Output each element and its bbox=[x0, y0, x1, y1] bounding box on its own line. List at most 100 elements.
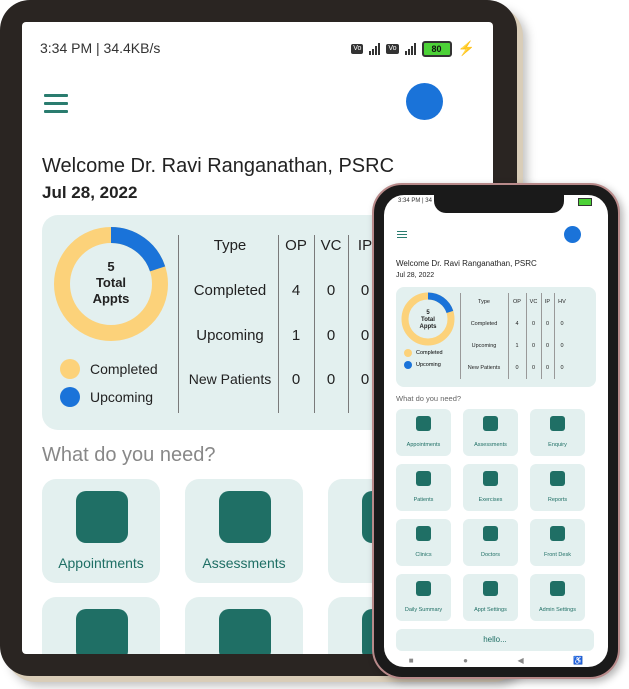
donut-count: 5 bbox=[426, 310, 430, 316]
home-icon[interactable]: ● bbox=[463, 656, 468, 665]
tile-label: Appointments bbox=[406, 442, 441, 448]
settings-icon bbox=[483, 581, 498, 596]
tile-exercises[interactable]: Exercises bbox=[463, 464, 518, 511]
col-header-hv: HV bbox=[558, 299, 566, 305]
date-label: Jul 28, 2022 bbox=[42, 183, 138, 202]
signal-icon bbox=[369, 42, 381, 55]
menu-icon[interactable] bbox=[44, 94, 68, 118]
tile-label: Appointments bbox=[58, 555, 144, 571]
row-value: 0 bbox=[560, 321, 564, 327]
avatar[interactable] bbox=[406, 83, 443, 120]
row-value: 1 bbox=[515, 343, 519, 349]
signal-icon bbox=[404, 42, 416, 55]
donut-line1: Total bbox=[421, 317, 435, 323]
tile-appointments[interactable]: Appointments bbox=[396, 409, 451, 456]
tile-reports[interactable]: Reports bbox=[530, 464, 585, 511]
charging-icon: ⚡ bbox=[457, 40, 475, 56]
donut-count: 5 bbox=[107, 259, 114, 274]
row-type: Upcoming bbox=[471, 343, 497, 349]
tile-assessments[interactable]: Assessments bbox=[185, 479, 303, 583]
col-header-type: Type bbox=[478, 299, 490, 305]
tile-label: Doctors bbox=[481, 552, 500, 558]
legend-completed-label: Completed bbox=[416, 350, 443, 356]
status-bar: 3:34 PM | 34.4KB/s Vo Vo 80 ⚡ bbox=[40, 40, 475, 60]
date-label: Jul 28, 2022 bbox=[396, 272, 435, 279]
row-value: 0 bbox=[560, 365, 564, 371]
row-value: 0 bbox=[531, 343, 536, 349]
calendar-icon bbox=[416, 416, 431, 431]
section-heading: What do you need? bbox=[42, 444, 216, 466]
row-type: Completed bbox=[470, 321, 498, 327]
system-nav-bar: ■ ● ◀ ♿ bbox=[384, 653, 608, 667]
tile-doctors[interactable]: Doctors bbox=[463, 519, 518, 566]
tile-label: Daily Summary bbox=[404, 607, 443, 613]
tile-label: Appt Settings bbox=[474, 607, 507, 613]
avatar[interactable] bbox=[564, 226, 581, 243]
tile-exercises[interactable] bbox=[185, 597, 303, 654]
document-icon bbox=[219, 491, 271, 543]
summary-icon bbox=[416, 581, 431, 596]
status-time: 3:34 PM | 34 bbox=[398, 198, 432, 204]
tile-daily-summary[interactable]: Daily Summary bbox=[396, 574, 451, 621]
tile-appointments[interactable]: Appointments bbox=[42, 479, 160, 583]
hello-banner[interactable]: hello... bbox=[396, 629, 594, 651]
legend-completed-label: Completed bbox=[90, 361, 158, 377]
row-value: 0 bbox=[326, 327, 336, 344]
legend-completed: Completed bbox=[404, 349, 443, 357]
col-header-ip: IP bbox=[544, 299, 551, 305]
col-header-vc: VC bbox=[320, 237, 342, 254]
col-header-vc: VC bbox=[529, 299, 538, 305]
volte-icon: Vo bbox=[386, 43, 399, 54]
doctor-icon bbox=[483, 526, 498, 541]
tile-label: Patients bbox=[413, 497, 434, 503]
tile-clinics[interactable]: Clinics bbox=[396, 519, 451, 566]
tile-patients[interactable]: Patients bbox=[396, 464, 451, 511]
accessibility-icon[interactable]: ♿ bbox=[573, 656, 583, 665]
tile-label: Clinics bbox=[415, 552, 432, 558]
back-icon[interactable]: ◀ bbox=[518, 656, 524, 665]
row-value: 0 bbox=[531, 321, 536, 327]
notch bbox=[434, 195, 564, 213]
welcome-title: Welcome Dr. Ravi Ranganathan, PSRC bbox=[42, 155, 395, 177]
tile-appt-settings[interactable]: Appt Settings bbox=[463, 574, 518, 621]
row-type: Completed bbox=[193, 282, 267, 299]
col-header-type: Type bbox=[213, 237, 247, 254]
legend-upcoming-label: Upcoming bbox=[90, 389, 154, 405]
recent-apps-icon[interactable]: ■ bbox=[409, 656, 414, 665]
row-value: 4 bbox=[515, 321, 519, 327]
row-value: 0 bbox=[291, 371, 301, 388]
tile-label: Reports bbox=[547, 497, 568, 503]
legend-upcoming-label: Upcoming bbox=[416, 362, 441, 368]
clinic-icon bbox=[416, 526, 431, 541]
tile-enquiry[interactable]: Enquiry bbox=[530, 409, 585, 456]
row-value: 0 bbox=[531, 365, 536, 371]
calendar-icon bbox=[76, 491, 128, 543]
welcome-title: Welcome Dr. Ravi Ranganathan, PSRC bbox=[396, 259, 537, 268]
tile-admin-settings[interactable]: Admin Settings bbox=[530, 574, 585, 621]
tile-front-desk[interactable]: Front Desk bbox=[530, 519, 585, 566]
phone-screen: 3:34 PM | 34 Welcome Dr. Ravi Ranganatha… bbox=[384, 195, 608, 667]
row-value: 0 bbox=[560, 343, 564, 349]
exercise-icon bbox=[219, 609, 271, 654]
row-value: 4 bbox=[291, 282, 301, 299]
legend-upcoming: Upcoming bbox=[404, 361, 441, 369]
tile-patients[interactable] bbox=[42, 597, 160, 654]
tile-assessments[interactable]: Assessments bbox=[463, 409, 518, 456]
volte-icon: Vo bbox=[351, 43, 364, 54]
tile-label: Assessments bbox=[202, 555, 286, 571]
col-header-op: OP bbox=[285, 237, 307, 254]
patient-icon bbox=[76, 609, 128, 654]
completed-dot-icon bbox=[404, 349, 412, 357]
row-value: 0 bbox=[326, 371, 336, 388]
row-value: 0 bbox=[545, 365, 550, 371]
tile-label: Assessments bbox=[474, 442, 507, 448]
legend-completed: Completed bbox=[60, 359, 158, 379]
reports-icon bbox=[550, 471, 565, 486]
legend-upcoming: Upcoming bbox=[60, 387, 153, 407]
row-type: New Patients bbox=[188, 371, 272, 387]
tile-label: Admin Settings bbox=[539, 607, 576, 613]
divider bbox=[178, 235, 179, 413]
appointments-donut: 5 Total Appts bbox=[401, 292, 455, 346]
status-icons: Vo Vo 80 ⚡ bbox=[351, 40, 475, 57]
menu-icon[interactable] bbox=[397, 231, 407, 240]
